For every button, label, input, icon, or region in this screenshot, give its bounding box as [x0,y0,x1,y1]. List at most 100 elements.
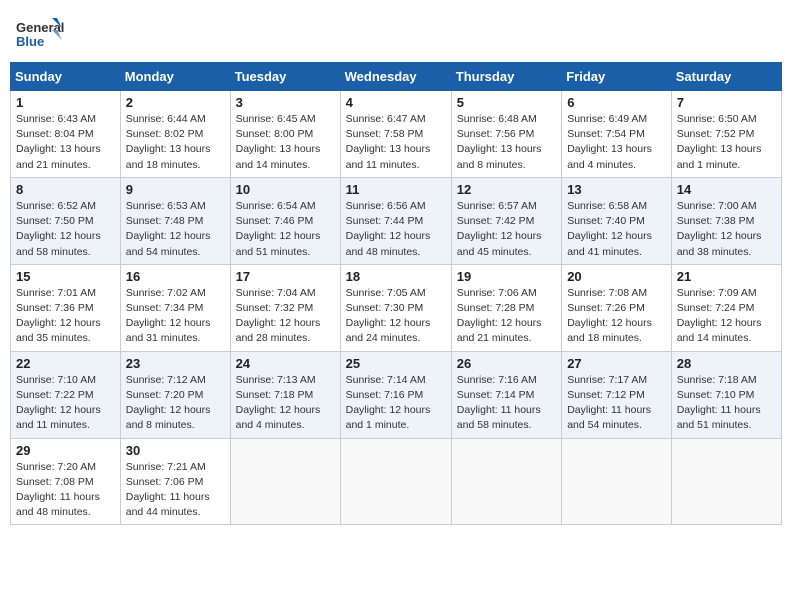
day-header-sunday: Sunday [11,63,121,91]
day-info: Sunrise: 7:09 AMSunset: 7:24 PMDaylight:… [677,286,776,347]
day-number: 7 [677,95,776,110]
day-number: 29 [16,443,115,458]
day-info: Sunrise: 6:52 AMSunset: 7:50 PMDaylight:… [16,199,115,260]
day-info: Sunrise: 7:13 AMSunset: 7:18 PMDaylight:… [236,373,335,434]
day-info: Sunrise: 7:10 AMSunset: 7:22 PMDaylight:… [16,373,115,434]
day-number: 27 [567,356,666,371]
calendar-week-row: 1Sunrise: 6:43 AMSunset: 8:04 PMDaylight… [11,91,782,178]
day-number: 16 [126,269,225,284]
day-number: 14 [677,182,776,197]
day-number: 9 [126,182,225,197]
day-header-thursday: Thursday [451,63,561,91]
day-info: Sunrise: 6:53 AMSunset: 7:48 PMDaylight:… [126,199,225,260]
day-info: Sunrise: 6:44 AMSunset: 8:02 PMDaylight:… [126,112,225,173]
calendar-week-row: 8 Sunrise: 6:52 AMSunset: 7:50 PMDaylight… [11,177,782,264]
calendar-cell: 27Sunrise: 7:17 AMSunset: 7:12 PMDayligh… [562,351,672,438]
day-info: Sunrise: 7:18 AMSunset: 7:10 PMDaylight:… [677,373,776,434]
day-number: 15 [16,269,115,284]
day-header-tuesday: Tuesday [230,63,340,91]
calendar-cell [230,438,340,525]
calendar-week-row: 29 Sunrise: 7:20 AMSunset: 7:08 PMDayligh… [11,438,782,525]
day-header-saturday: Saturday [671,63,781,91]
calendar-cell: 24 Sunrise: 7:13 AMSunset: 7:18 PMDayligh… [230,351,340,438]
page-header: General Blue [10,10,782,58]
calendar-cell: 29 Sunrise: 7:20 AMSunset: 7:08 PMDayligh… [11,438,121,525]
day-number: 5 [457,95,556,110]
logo-svg: General Blue [14,16,64,58]
day-info: Sunrise: 6:47 AMSunset: 7:58 PMDaylight:… [346,112,446,173]
day-header-friday: Friday [562,63,672,91]
day-number: 23 [126,356,225,371]
calendar-cell: 9 Sunrise: 6:53 AMSunset: 7:48 PMDaylight… [120,177,230,264]
calendar-cell: 3Sunrise: 6:45 AMSunset: 8:00 PMDaylight… [230,91,340,178]
day-info: Sunrise: 7:08 AMSunset: 7:26 PMDaylight:… [567,286,666,347]
calendar-week-row: 22 Sunrise: 7:10 AMSunset: 7:22 PMDayligh… [11,351,782,438]
day-number: 30 [126,443,225,458]
day-info: Sunrise: 6:54 AMSunset: 7:46 PMDaylight:… [236,199,335,260]
calendar-cell: 17 Sunrise: 7:04 AMSunset: 7:32 PMDayligh… [230,264,340,351]
calendar-cell [340,438,451,525]
calendar-cell [562,438,672,525]
calendar-cell: 25Sunrise: 7:14 AMSunset: 7:16 PMDayligh… [340,351,451,438]
day-number: 22 [16,356,115,371]
day-number: 24 [236,356,335,371]
calendar-cell: 26 Sunrise: 7:16 AMSunset: 7:14 PMDayligh… [451,351,561,438]
day-info: Sunrise: 6:50 AMSunset: 7:52 PMDaylight:… [677,112,776,173]
calendar-cell: 13Sunrise: 6:58 AMSunset: 7:40 PMDayligh… [562,177,672,264]
calendar-cell: 22 Sunrise: 7:10 AMSunset: 7:22 PMDayligh… [11,351,121,438]
svg-text:Blue: Blue [16,34,44,49]
day-info: Sunrise: 6:56 AMSunset: 7:44 PMDaylight:… [346,199,446,260]
day-number: 13 [567,182,666,197]
day-number: 8 [16,182,115,197]
calendar-cell: 10 Sunrise: 6:54 AMSunset: 7:46 PMDayligh… [230,177,340,264]
day-number: 20 [567,269,666,284]
calendar-cell: 4Sunrise: 6:47 AMSunset: 7:58 PMDaylight… [340,91,451,178]
logo: General Blue [14,16,64,58]
day-info: Sunrise: 7:21 AMSunset: 7:06 PMDaylight:… [126,460,225,521]
calendar-cell: 12 Sunrise: 6:57 AMSunset: 7:42 PMDayligh… [451,177,561,264]
day-header-wednesday: Wednesday [340,63,451,91]
day-header-monday: Monday [120,63,230,91]
day-info: Sunrise: 6:45 AMSunset: 8:00 PMDaylight:… [236,112,335,173]
calendar-cell: 1Sunrise: 6:43 AMSunset: 8:04 PMDaylight… [11,91,121,178]
day-number: 12 [457,182,556,197]
calendar-cell: 5 Sunrise: 6:48 AMSunset: 7:56 PMDaylight… [451,91,561,178]
day-info: Sunrise: 6:57 AMSunset: 7:42 PMDaylight:… [457,199,556,260]
day-number: 1 [16,95,115,110]
day-number: 19 [457,269,556,284]
calendar-cell: 11 Sunrise: 6:56 AMSunset: 7:44 PMDayligh… [340,177,451,264]
calendar-cell [671,438,781,525]
calendar-cell: 23 Sunrise: 7:12 AMSunset: 7:20 PMDayligh… [120,351,230,438]
calendar-cell: 7 Sunrise: 6:50 AMSunset: 7:52 PMDaylight… [671,91,781,178]
day-info: Sunrise: 7:12 AMSunset: 7:20 PMDaylight:… [126,373,225,434]
day-info: Sunrise: 6:48 AMSunset: 7:56 PMDaylight:… [457,112,556,173]
day-info: Sunrise: 7:16 AMSunset: 7:14 PMDaylight:… [457,373,556,434]
calendar-cell: 28 Sunrise: 7:18 AMSunset: 7:10 PMDayligh… [671,351,781,438]
day-number: 11 [346,182,446,197]
day-info: Sunrise: 7:02 AMSunset: 7:34 PMDaylight:… [126,286,225,347]
calendar-cell: 18 Sunrise: 7:05 AMSunset: 7:30 PMDayligh… [340,264,451,351]
day-number: 2 [126,95,225,110]
day-info: Sunrise: 7:20 AMSunset: 7:08 PMDaylight:… [16,460,115,521]
calendar-cell: 20 Sunrise: 7:08 AMSunset: 7:26 PMDayligh… [562,264,672,351]
calendar-cell: 15 Sunrise: 7:01 AMSunset: 7:36 PMDayligh… [11,264,121,351]
day-info: Sunrise: 7:00 AMSunset: 7:38 PMDaylight:… [677,199,776,260]
day-info: Sunrise: 6:49 AMSunset: 7:54 PMDaylight:… [567,112,666,173]
day-number: 10 [236,182,335,197]
day-info: Sunrise: 7:06 AMSunset: 7:28 PMDaylight:… [457,286,556,347]
calendar-cell [451,438,561,525]
calendar-header-row: SundayMondayTuesdayWednesdayThursdayFrid… [11,63,782,91]
day-number: 28 [677,356,776,371]
day-number: 25 [346,356,446,371]
day-number: 17 [236,269,335,284]
calendar-cell: 6Sunrise: 6:49 AMSunset: 7:54 PMDaylight… [562,91,672,178]
calendar-cell: 14 Sunrise: 7:00 AMSunset: 7:38 PMDayligh… [671,177,781,264]
day-info: Sunrise: 7:01 AMSunset: 7:36 PMDaylight:… [16,286,115,347]
day-info: Sunrise: 7:05 AMSunset: 7:30 PMDaylight:… [346,286,446,347]
day-number: 18 [346,269,446,284]
day-number: 26 [457,356,556,371]
day-info: Sunrise: 7:04 AMSunset: 7:32 PMDaylight:… [236,286,335,347]
calendar-cell: 2 Sunrise: 6:44 AMSunset: 8:02 PMDaylight… [120,91,230,178]
calendar-cell: 16 Sunrise: 7:02 AMSunset: 7:34 PMDayligh… [120,264,230,351]
calendar-table: SundayMondayTuesdayWednesdayThursdayFrid… [10,62,782,525]
